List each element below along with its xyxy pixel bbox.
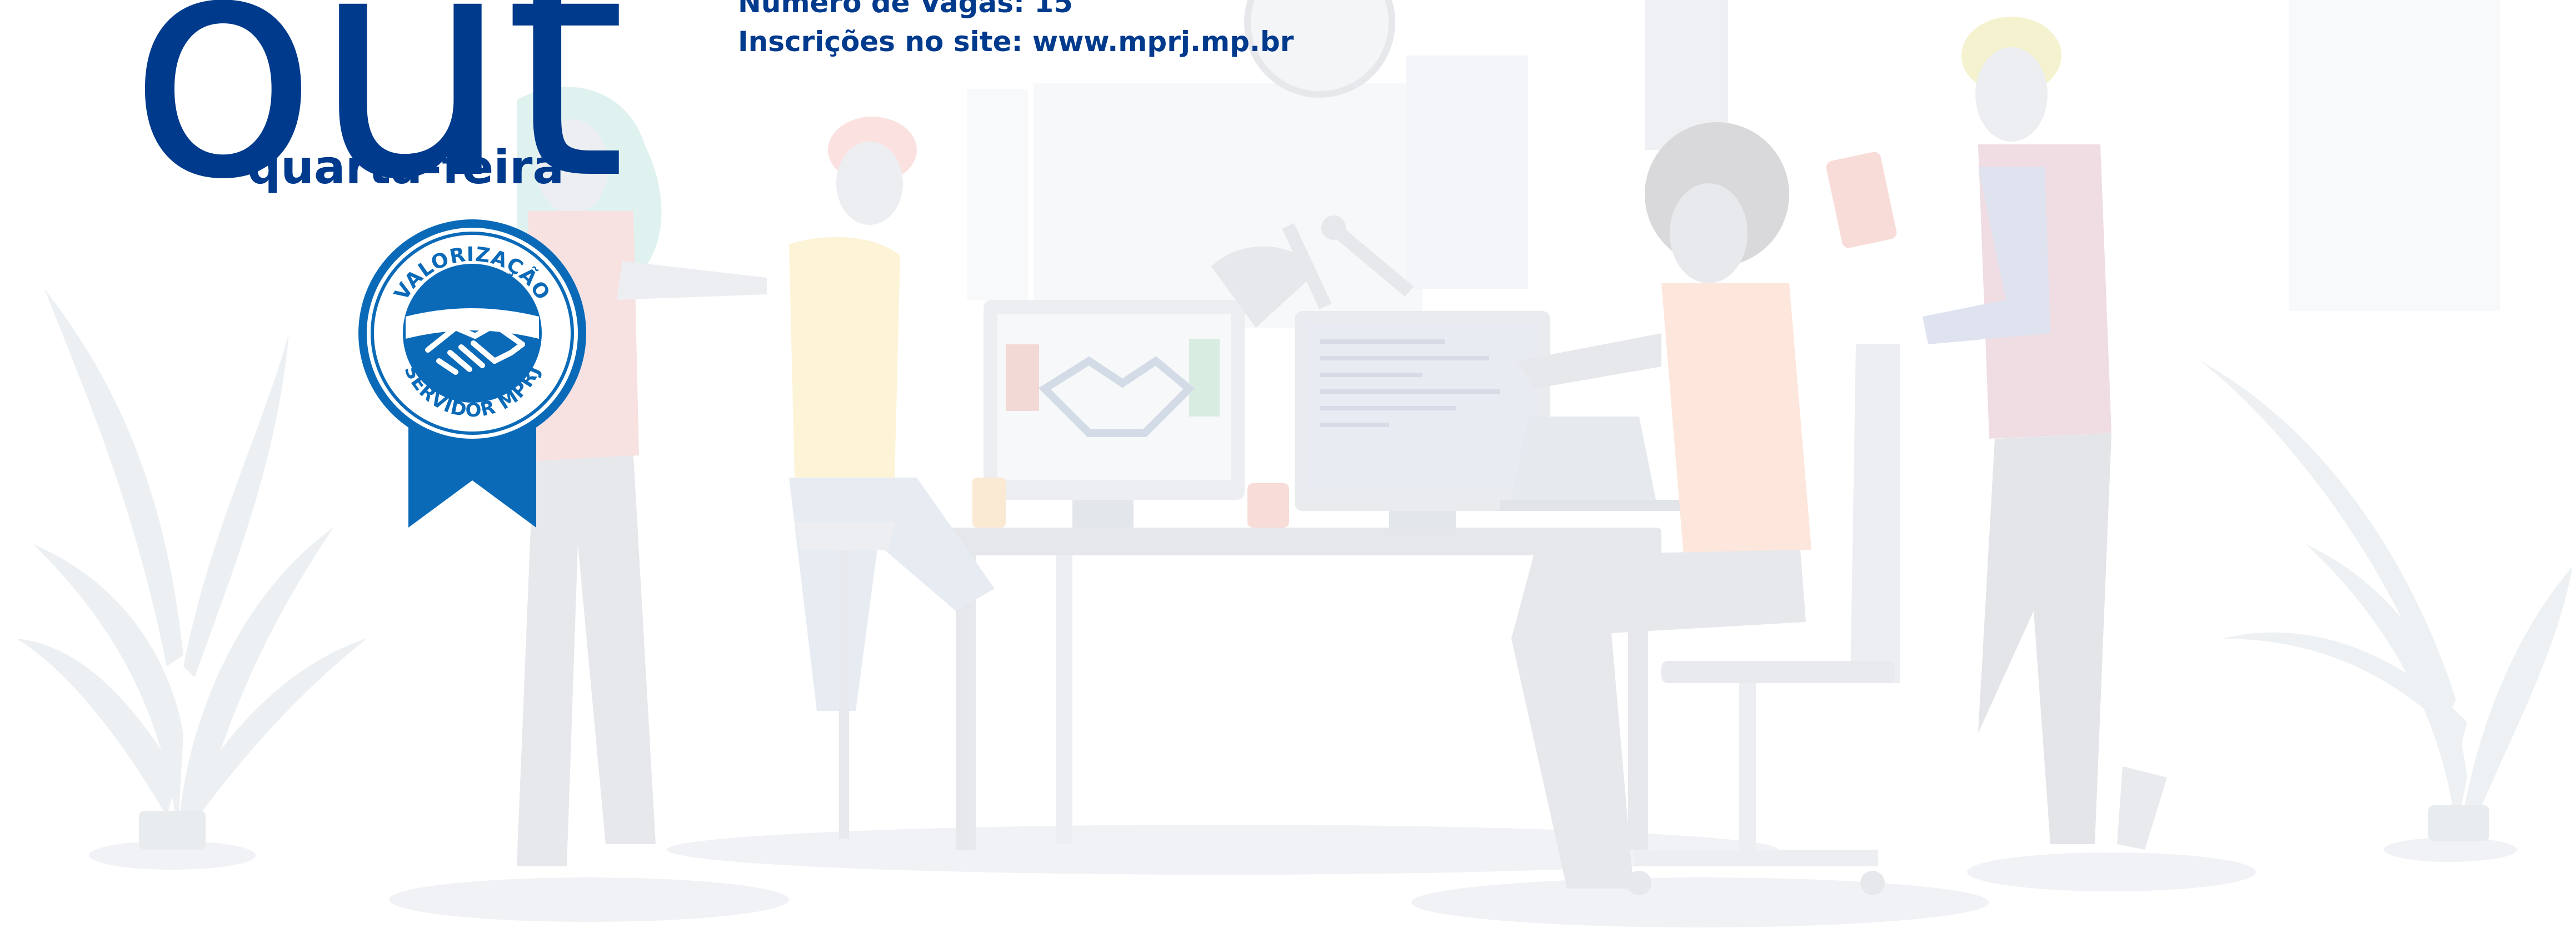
left-plant [17, 289, 367, 850]
left-monitor [984, 300, 1245, 528]
event-weekday: quarta-feira [247, 140, 565, 194]
floor-shadows [89, 825, 2517, 927]
laptop [1500, 417, 1684, 511]
right-plant [2200, 361, 2573, 841]
vacancies-text: Número de Vagas: 15 [738, 0, 1073, 19]
valorizacao-servidor-seal: VALORIZAÇÃO SERVIDOR MPRJ [356, 217, 589, 533]
event-info: Número de Vagas: 15 Inscrições no site: … [738, 0, 1294, 61]
registration-text: Inscrições no site: www.mprj.mp.br [738, 26, 1294, 58]
event-flyer: out quarta-feira Número de Vagas: 15 Ins… [0, 0, 2576, 928]
